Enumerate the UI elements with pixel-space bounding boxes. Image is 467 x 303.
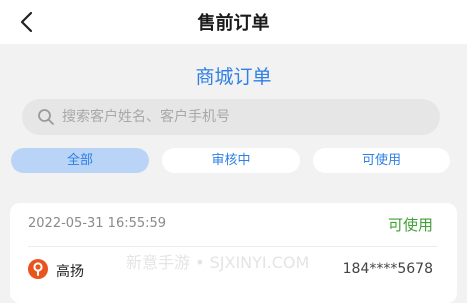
page-title: 售前订单 <box>197 13 270 34</box>
watermark: 新意手游 • SJXINYI.COM <box>126 253 310 272</box>
tab-usable[interactable]: 可使用 <box>313 148 450 173</box>
person-badge-icon <box>28 259 48 279</box>
search-bar[interactable] <box>22 99 440 135</box>
customer-name: 高扬 <box>56 264 84 280</box>
customer-phone: 184****5678 <box>342 261 433 277</box>
divider <box>28 246 437 247</box>
tab-reviewing[interactable]: 审核中 <box>162 148 300 173</box>
search-icon <box>38 109 54 125</box>
tab-all[interactable]: 全部 <box>11 148 149 173</box>
order-status: 可使用 <box>387 216 433 234</box>
top-bar: 售前订单 <box>0 0 467 44</box>
section-title: 商城订单 <box>195 66 272 88</box>
search-input[interactable] <box>62 99 432 135</box>
order-time: 2022-05-31 16:55:59 <box>28 216 167 231</box>
